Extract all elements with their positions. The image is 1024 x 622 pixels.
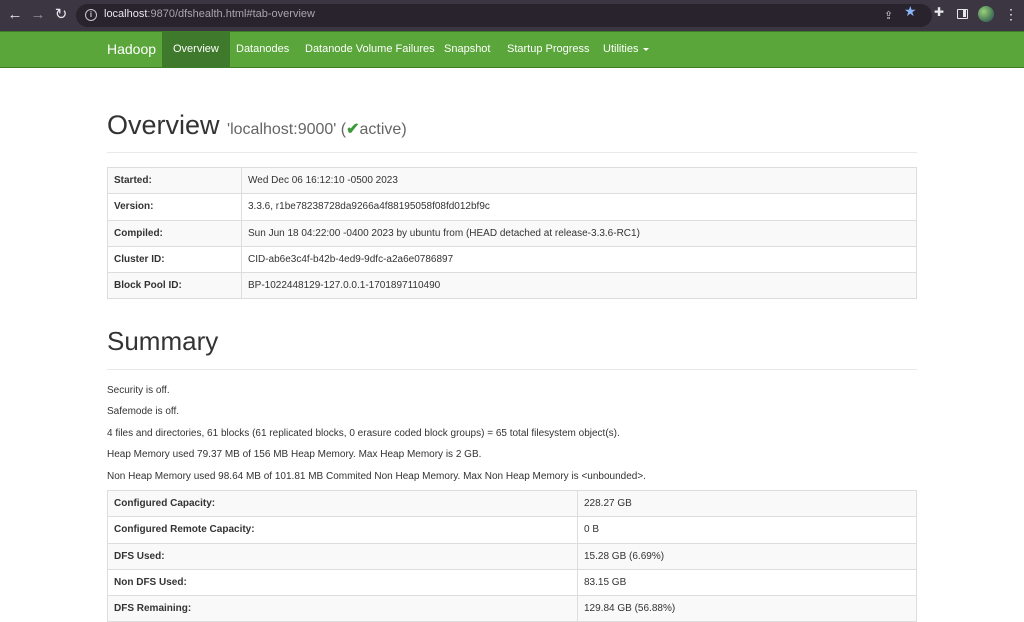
nav-snapshot[interactable]: Snapshot <box>433 32 501 67</box>
table-row: DFS Remaining: 129.84 GB (56.88%) <box>107 595 917 622</box>
table-row: Configured Capacity: 228.27 GB <box>107 489 917 518</box>
row-key: Block Pool ID: <box>107 272 242 300</box>
row-key: DFS Used: <box>107 542 578 570</box>
bookmark-star-icon[interactable]: ★ <box>904 3 917 20</box>
row-value: 15.28 GB (6.69%) <box>577 542 917 570</box>
reload-icon[interactable]: ↻ <box>51 5 71 25</box>
nav-datanode-volume-failures[interactable]: Datanode Volume Failures <box>294 32 446 67</box>
security-status: Security is off. <box>107 385 170 396</box>
nav-utilities-label: Utilities <box>603 43 639 55</box>
row-value: BP-1022448129-127.0.0.1-1701897110490 <box>241 272 917 300</box>
row-key: Cluster ID: <box>107 245 242 274</box>
divider <box>107 369 917 370</box>
row-key: Configured Capacity: <box>107 489 578 518</box>
non-heap-memory: Non Heap Memory used 98.64 MB of 101.81 … <box>107 471 646 482</box>
table-row: DFS Used: 15.28 GB (6.69%) <box>107 542 917 570</box>
navbar-brand[interactable]: Hadoop <box>107 41 156 57</box>
namenode-status: active) <box>359 121 407 138</box>
site-info-icon[interactable]: i <box>85 9 97 21</box>
browser-toolbar: ← → ↻ i localhost:9870/dfshealth.html#ta… <box>0 0 1024 31</box>
kebab-menu-icon[interactable]: ⋮ <box>1004 6 1018 24</box>
row-value: 228.27 GB <box>577 489 917 518</box>
heap-memory: Heap Memory used 79.37 MB of 156 MB Heap… <box>107 449 482 460</box>
table-row: Compiled: Sun Jun 18 04:22:00 -0400 2023… <box>107 219 917 247</box>
row-value: Sun Jun 18 04:22:00 -0400 2023 by ubuntu… <box>241 219 917 247</box>
overview-title: Overview <box>107 110 220 140</box>
address-bar[interactable]: i localhost:9870/dfshealth.html#tab-over… <box>76 4 932 27</box>
table-row: Block Pool ID: BP-1022448129-127.0.0.1-1… <box>107 272 917 300</box>
caret-down-icon <box>643 47 650 51</box>
url-path: :9870/dfshealth.html#tab-overview <box>147 8 315 20</box>
back-arrow-icon[interactable]: ← <box>5 5 25 25</box>
namenode-host: 'localhost:9000' <box>227 121 337 138</box>
extensions-puzzle-icon[interactable]: ✚ <box>934 6 946 18</box>
nav-overview[interactable]: Overview <box>162 32 230 67</box>
summary-table: Configured Capacity: 228.27 GB Configure… <box>107 489 917 622</box>
profile-avatar[interactable] <box>978 6 994 22</box>
filesystem-objects: 4 files and directories, 61 blocks (61 r… <box>107 428 620 439</box>
row-value: CID-ab6e3c4f-b42b-4ed9-9dfc-a2a6e0786897 <box>241 245 917 274</box>
nav-datanodes[interactable]: Datanodes <box>225 32 300 67</box>
row-key: Non DFS Used: <box>107 568 578 597</box>
row-value: 129.84 GB (56.88%) <box>577 595 917 622</box>
overview-subtitle: 'localhost:9000' (✔active) <box>227 121 407 138</box>
row-key: Started: <box>107 166 242 195</box>
url-host: localhost <box>104 8 148 20</box>
table-row: Non DFS Used: 83.15 GB <box>107 568 917 597</box>
overview-table: Started: Wed Dec 06 16:12:10 -0500 2023 … <box>107 166 917 300</box>
row-key: Version: <box>107 193 242 221</box>
table-row: Version: 3.3.6, r1be78238728da9266a4f881… <box>107 193 917 221</box>
nav-utilities[interactable]: Utilities <box>592 32 660 67</box>
row-key: Configured Remote Capacity: <box>107 516 578 544</box>
row-key: DFS Remaining: <box>107 595 578 622</box>
safemode-status: Safemode is off. <box>107 406 180 417</box>
checkmark-icon: ✔ <box>346 121 360 138</box>
row-value: 3.3.6, r1be78238728da9266a4f88195058f08f… <box>241 193 917 221</box>
table-row: Configured Remote Capacity: 0 B <box>107 516 917 544</box>
table-row: Cluster ID: CID-ab6e3c4f-b42b-4ed9-9dfc-… <box>107 245 917 274</box>
overview-heading: Overview 'localhost:9000' (✔active) <box>107 110 407 141</box>
summary-heading: Summary <box>107 326 219 356</box>
address-url[interactable]: localhost:9870/dfshealth.html#tab-overvi… <box>104 8 315 20</box>
side-panel-icon[interactable] <box>957 9 968 19</box>
forward-arrow-icon[interactable]: → <box>28 5 48 25</box>
share-icon[interactable]: ⇪ <box>884 9 893 22</box>
hadoop-navbar: Hadoop Overview Datanodes Datanode Volum… <box>0 31 1024 68</box>
nav-startup-progress[interactable]: Startup Progress <box>496 32 601 67</box>
row-value: 83.15 GB <box>577 568 917 597</box>
row-value: 0 B <box>577 516 917 544</box>
divider <box>107 152 917 153</box>
row-key: Compiled: <box>107 219 242 247</box>
row-value: Wed Dec 06 16:12:10 -0500 2023 <box>241 166 917 195</box>
table-row: Started: Wed Dec 06 16:12:10 -0500 2023 <box>107 166 917 195</box>
